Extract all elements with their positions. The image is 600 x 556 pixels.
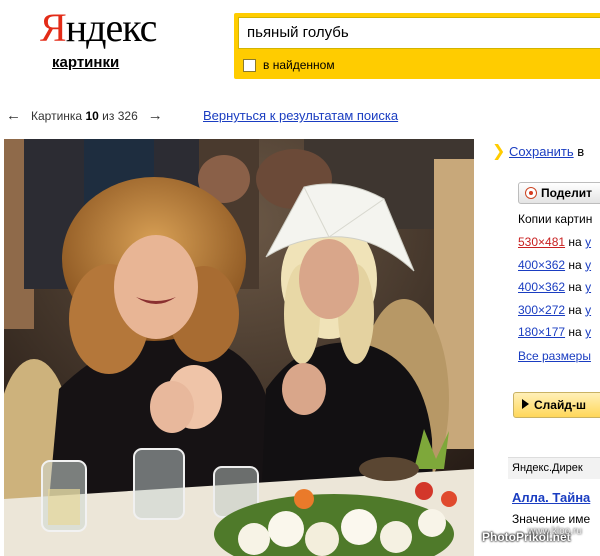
search-in-found-checkbox[interactable]: [243, 59, 256, 72]
search-in-found-label[interactable]: в найденном: [263, 58, 335, 72]
picture-label: Картинка: [31, 109, 83, 123]
copy-on-label: на: [568, 280, 582, 294]
copy-item: 530×481 на у: [518, 235, 591, 258]
copy-item: 180×177 на у: [518, 325, 591, 348]
next-arrow-icon[interactable]: →: [148, 107, 163, 124]
copy-item: 300×272 на у: [518, 303, 591, 326]
copy-item: 400×362 на у: [518, 280, 591, 303]
logo-rest: ндекс: [65, 5, 158, 50]
search-input[interactable]: пьяный голубь: [238, 17, 600, 49]
copy-size-link[interactable]: 180×177: [518, 325, 565, 339]
play-icon: [522, 399, 529, 409]
slideshow-button[interactable]: Слайд-ш: [513, 392, 600, 418]
copy-on-label: на: [568, 302, 582, 317]
prev-arrow-icon[interactable]: ←: [6, 107, 21, 124]
copy-size-link[interactable]: 530×481: [518, 235, 565, 249]
save-row: ❯ Сохранить в: [492, 141, 584, 161]
save-rest-text: в: [577, 144, 585, 159]
copy-site-link[interactable]: у: [585, 303, 591, 317]
photo-illustration: [4, 139, 474, 556]
copy-on-label: на: [568, 257, 582, 272]
main-photo[interactable]: [4, 139, 474, 556]
chevron-right-icon: ❯: [492, 143, 506, 160]
copy-site-link[interactable]: у: [585, 280, 591, 294]
current-index: 10: [85, 109, 99, 123]
copy-on-label: на: [568, 235, 582, 249]
copy-size-link[interactable]: 300×272: [518, 303, 565, 317]
copy-size-link[interactable]: 400×362: [518, 280, 565, 294]
share-icon: [525, 187, 537, 199]
copy-size-link[interactable]: 400×362: [518, 258, 565, 272]
logo-first-letter: Я: [40, 5, 67, 50]
ad-title-link[interactable]: Алла. Тайна: [512, 490, 590, 505]
ad-text: Значение име: [512, 512, 591, 526]
copies-list: 530×481 на у 400×362 на у 400×362 на у 3…: [518, 235, 591, 348]
copy-item: 400×362 на у: [518, 258, 591, 281]
yandex-logo[interactable]: Яндекс: [40, 5, 158, 50]
copy-site-link[interactable]: у: [585, 235, 591, 249]
slideshow-label: Слайд-ш: [534, 398, 586, 412]
all-sizes-link[interactable]: Все размеры: [518, 349, 591, 363]
save-link[interactable]: Сохранить: [509, 144, 574, 159]
service-link-images[interactable]: картинки: [52, 54, 119, 71]
of-label: из: [102, 109, 115, 123]
share-button[interactable]: Поделит: [518, 182, 600, 204]
copy-on-label: на: [568, 325, 582, 339]
total-count: 326: [117, 109, 138, 123]
copy-site-link[interactable]: у: [585, 325, 591, 339]
copy-site-link[interactable]: у: [585, 258, 591, 272]
copies-title: Копии картин: [518, 212, 593, 226]
back-to-results-link[interactable]: Вернуться к результатам поиска: [203, 108, 398, 123]
yandex-direct-header: Яндекс.Дирек: [508, 457, 600, 479]
image-pager: ← Картинка 10 из 326 →: [6, 107, 163, 124]
share-label: Поделит: [541, 186, 592, 200]
right-panel: ❯ Сохранить в Поделит Копии картин 530×4…: [492, 139, 600, 556]
